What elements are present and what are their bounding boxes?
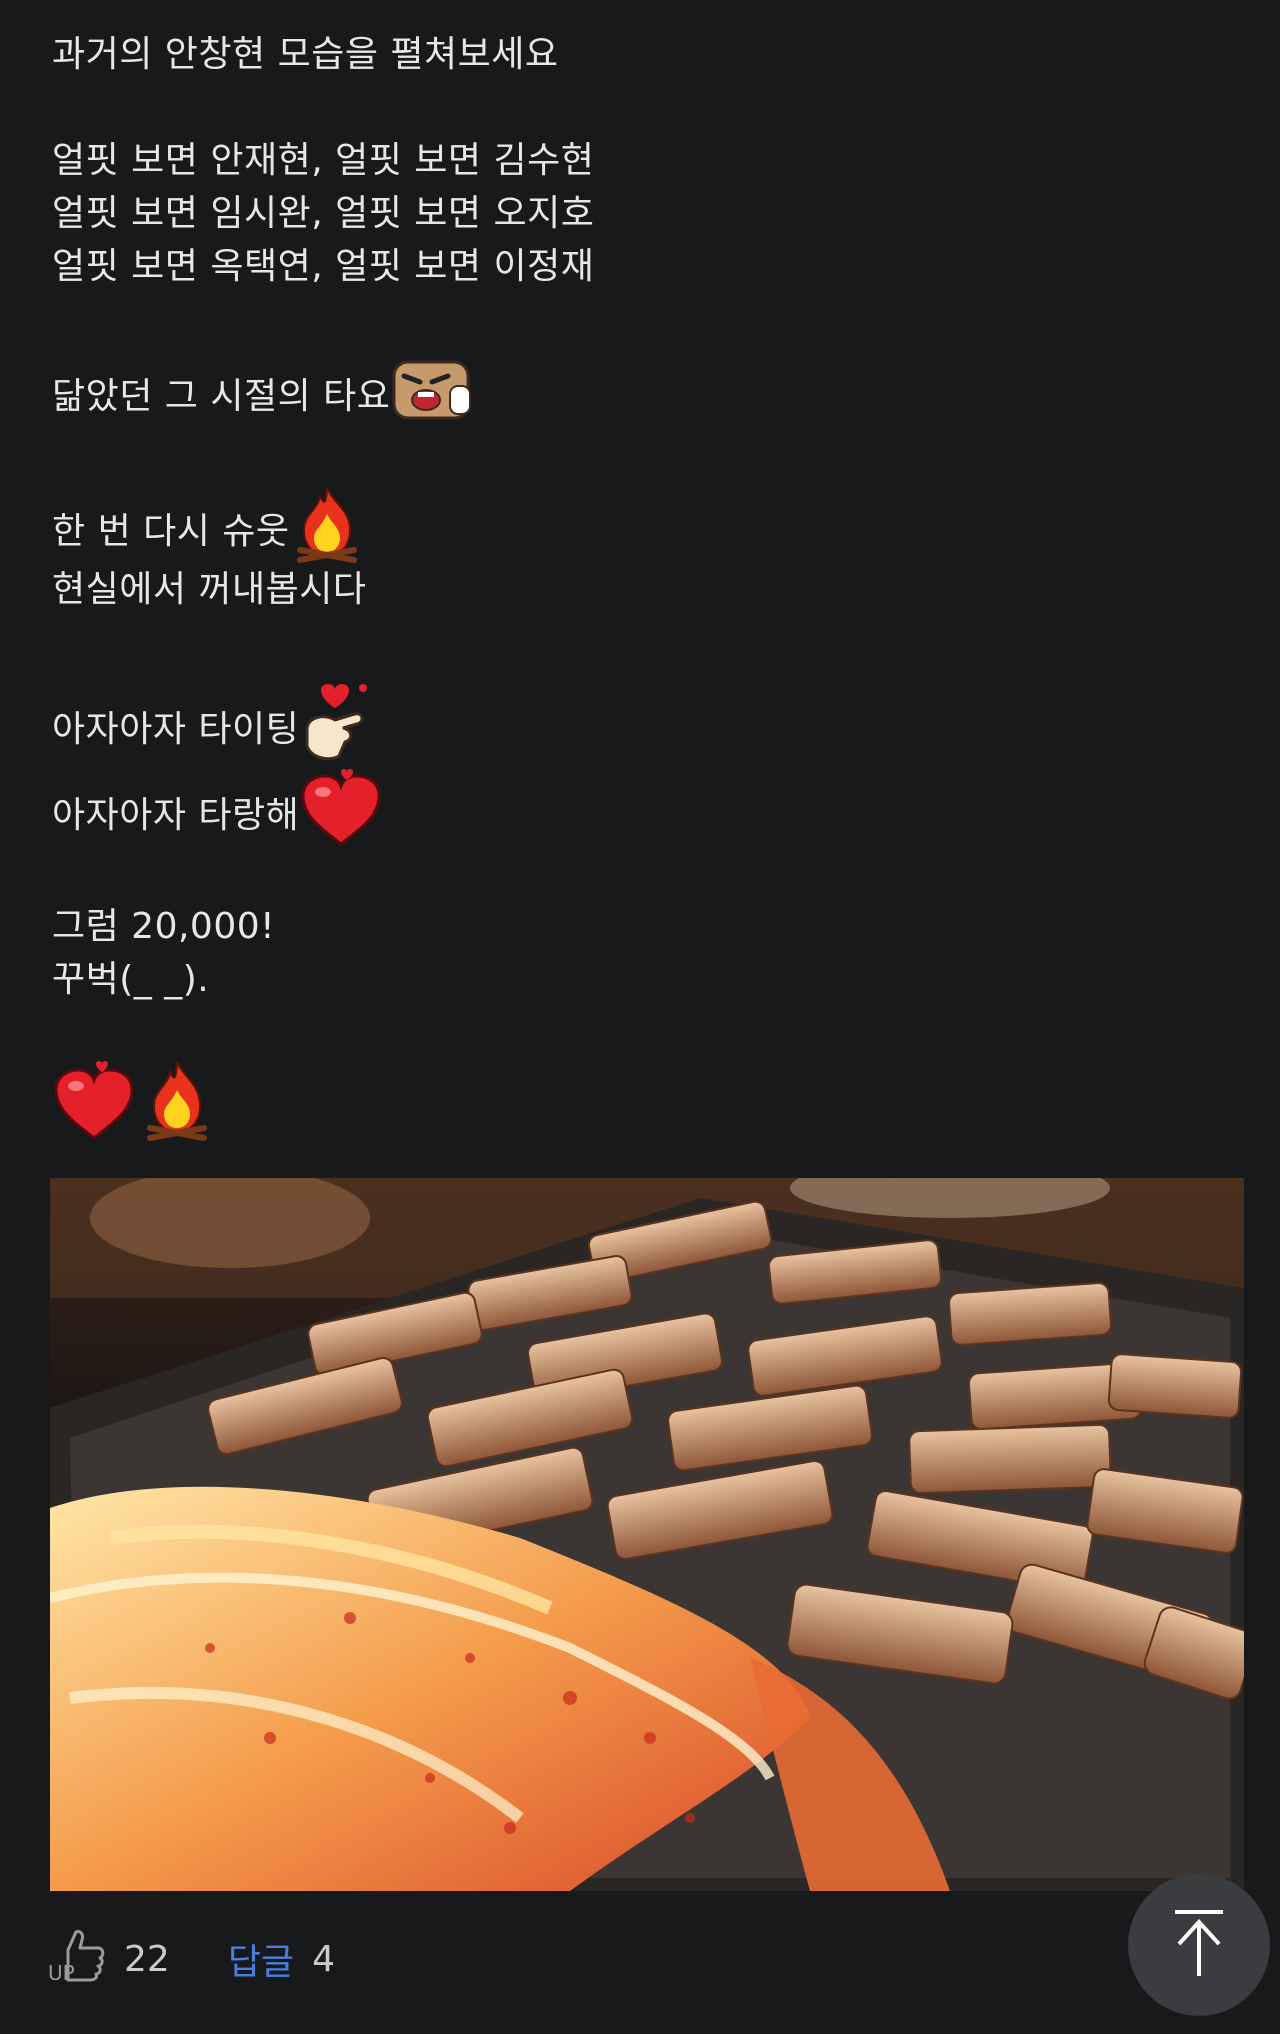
campfire-emoji-icon: [140, 1058, 214, 1153]
post-line: 얼핏 보면 안재현, 얼핏 보면 김수현: [52, 140, 595, 181]
reply-button[interactable]: 답글: [228, 1933, 294, 1985]
post-line-with-emoji: 아자아자 타랑해: [52, 768, 1232, 852]
post-line: 꾸벅(_ _).: [52, 959, 210, 1000]
post-line: 얼핏 보면 임시완, 얼핏 보면 오지호: [52, 193, 595, 234]
post-line-text: 아자아자 타랑해: [52, 795, 300, 836]
laughing-face-emoji-icon: [390, 356, 476, 431]
scroll-to-top-button[interactable]: [1128, 1874, 1270, 2016]
up-label: UP: [48, 1961, 75, 1982]
red-heart-emoji-icon: [52, 1060, 136, 1151]
post-footer: UP 22 답글 4: [48, 1924, 335, 1994]
post-line-text: 아자아자 타이팅: [52, 709, 300, 750]
post-line-with-emoji: 아자아자 타이팅: [52, 683, 1232, 766]
post-line: 얼핏 보면 옥택연, 얼핏 보면 이정재: [52, 246, 595, 287]
post-line: 과거의 안창현 모습을 펼쳐보세요: [52, 34, 559, 75]
reply-count: 4: [312, 1938, 335, 1980]
post-line: 그럼 20,000!: [52, 906, 276, 947]
finger-heart-emoji-icon: [299, 680, 373, 773]
red-heart-emoji-icon: [299, 768, 383, 857]
post-line: 현실에서 꺼내봅시다: [52, 569, 367, 610]
up-count: 22: [124, 1938, 170, 1980]
post-line-with-emoji: 닮았던 그 시절의 타요: [52, 353, 1232, 433]
thumbs-up-icon[interactable]: UP: [48, 1928, 106, 1991]
campfire-emoji-icon: [290, 484, 364, 573]
post-photo[interactable]: [50, 1178, 1244, 1891]
post-body: 과거의 안창현 모습을 펼쳐보세요 얼핏 보면 안재현, 얼핏 보면 김수현 얼…: [52, 28, 1232, 1148]
arrow-up-icon: [1171, 1908, 1227, 1982]
post-line-with-emoji: 한 번 다시 슈웃: [52, 487, 1232, 563]
post-line-text: 한 번 다시 슈웃: [52, 511, 290, 552]
emoji-row: [52, 1060, 1232, 1151]
post-line-text: 닮았던 그 시절의 타요: [52, 376, 391, 417]
